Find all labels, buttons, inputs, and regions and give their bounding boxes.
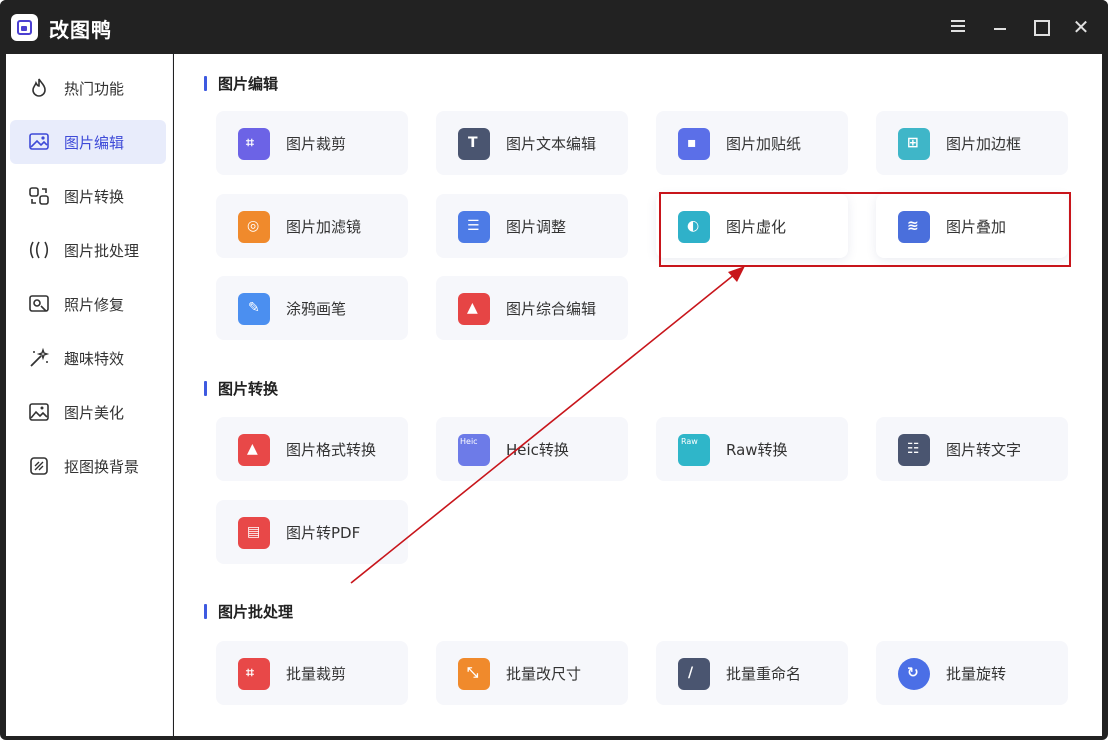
batch-resize-icon: ⤡ bbox=[458, 658, 490, 690]
app-title: 改图鸭 bbox=[49, 18, 112, 42]
tool-card-pdf[interactable]: ▤ 图片转PDF bbox=[216, 500, 408, 564]
tool-card-label: 涂鸦画笔 bbox=[286, 300, 347, 318]
batch-icon bbox=[29, 241, 49, 259]
sidebar-item-photo-repair[interactable]: 照片修复 bbox=[10, 282, 166, 326]
sidebar-item-label: 抠图换背景 bbox=[64, 458, 140, 476]
tool-card-label: 图片加贴纸 bbox=[726, 135, 802, 153]
tool-card-label: 图片文本编辑 bbox=[506, 135, 597, 153]
pdf-icon: ▤ bbox=[238, 517, 270, 549]
sidebar-item-label: 热门功能 bbox=[64, 80, 125, 98]
menu-icon[interactable] bbox=[948, 17, 968, 37]
blur-icon: ◐ bbox=[678, 211, 710, 243]
sticker-icon: ▪ bbox=[678, 128, 710, 160]
tool-card-adjust[interactable]: ☰ 图片调整 bbox=[436, 194, 628, 258]
tool-card-label: 图片裁剪 bbox=[286, 135, 347, 153]
sidebar-item-label: 照片修复 bbox=[64, 296, 125, 314]
composite-edit-icon: ▲ bbox=[458, 293, 490, 325]
tool-card-label: 图片调整 bbox=[506, 218, 567, 236]
tool-card-text-edit[interactable]: T 图片文本编辑 bbox=[436, 111, 628, 175]
sidebar-item-label: 图片编辑 bbox=[64, 134, 125, 152]
tool-card-label: 图片综合编辑 bbox=[506, 300, 597, 318]
tool-card-composite-edit[interactable]: ▲ 图片综合编辑 bbox=[436, 276, 628, 340]
image-to-text-icon: ☷ bbox=[898, 434, 930, 466]
sidebar-item-cutout[interactable]: 抠图换背景 bbox=[10, 444, 166, 488]
section-title-edit: 图片编辑 bbox=[204, 73, 278, 94]
batch-rotate-icon: ↻ bbox=[898, 658, 930, 690]
sidebar: 热门功能 图片编辑 图片转换 图片批处理 照片修复 趣味特效 图片美化 抠图换背… bbox=[6, 54, 173, 736]
tool-card-label: 图片转PDF bbox=[286, 524, 361, 542]
flame-icon bbox=[32, 78, 46, 97]
tool-card-heic[interactable]: Heic Heic转换 bbox=[436, 417, 628, 481]
batch-rename-icon: / bbox=[678, 658, 710, 690]
sidebar-item-hot[interactable]: 热门功能 bbox=[10, 66, 166, 110]
filter-icon: ◎ bbox=[238, 211, 270, 243]
batch-crop-icon: ⌗ bbox=[238, 658, 270, 690]
convert-icon bbox=[29, 187, 49, 205]
tool-card-format-convert[interactable]: ▲ 图片格式转换 bbox=[216, 417, 408, 481]
image-edit-icon bbox=[29, 133, 49, 150]
tool-card-overlay[interactable]: ≋ 图片叠加 bbox=[876, 194, 1068, 258]
tool-card-label: 批量重命名 bbox=[726, 665, 802, 683]
title-bar: 改图鸭 ✕ bbox=[0, 0, 1108, 54]
sidebar-item-batch[interactable]: 图片批处理 bbox=[10, 228, 166, 272]
tool-card-image-to-text[interactable]: ☷ 图片转文字 bbox=[876, 417, 1068, 481]
sidebar-item-image-edit[interactable]: 图片编辑 bbox=[10, 120, 166, 164]
tool-card-label: Raw转换 bbox=[726, 441, 788, 459]
section-title-convert: 图片转换 bbox=[204, 378, 278, 399]
tool-card-label: 图片格式转换 bbox=[286, 441, 377, 459]
tool-card-brush[interactable]: ✎ 涂鸦画笔 bbox=[216, 276, 408, 340]
raw-icon: Raw bbox=[678, 434, 710, 466]
tool-card-blur[interactable]: ◐ 图片虚化 bbox=[656, 194, 848, 258]
tool-card-batch-rename[interactable]: / 批量重命名 bbox=[656, 641, 848, 705]
tool-card-batch-rotate[interactable]: ↻ 批量旋转 bbox=[876, 641, 1068, 705]
tool-card-label: 批量旋转 bbox=[946, 665, 1007, 683]
tool-card-label: Heic转换 bbox=[506, 441, 569, 459]
tool-card-label: 批量改尺寸 bbox=[506, 665, 582, 683]
tool-card-filter[interactable]: ◎ 图片加滤镜 bbox=[216, 194, 408, 258]
tool-card-frame[interactable]: ⊞ 图片加边框 bbox=[876, 111, 1068, 175]
text-edit-icon: T bbox=[458, 128, 490, 160]
overlay-icon: ≋ bbox=[898, 211, 930, 243]
sidebar-item-beautify[interactable]: 图片美化 bbox=[10, 390, 166, 434]
sidebar-item-convert[interactable]: 图片转换 bbox=[10, 174, 166, 218]
tool-card-batch-resize[interactable]: ⤡ 批量改尺寸 bbox=[436, 641, 628, 705]
tool-card-crop[interactable]: ⌗ 图片裁剪 bbox=[216, 111, 408, 175]
tool-card-label: 图片加滤镜 bbox=[286, 218, 362, 236]
beautify-icon bbox=[29, 403, 49, 421]
adjust-icon: ☰ bbox=[458, 211, 490, 243]
sidebar-item-label: 图片批处理 bbox=[64, 242, 140, 260]
section-title-batch: 图片批处理 bbox=[204, 601, 293, 622]
tool-card-sticker[interactable]: ▪ 图片加贴纸 bbox=[656, 111, 848, 175]
frame-icon: ⊞ bbox=[898, 128, 930, 160]
crop-icon: ⌗ bbox=[238, 128, 270, 160]
photo-repair-icon bbox=[29, 295, 49, 312]
tool-card-raw[interactable]: Raw Raw转换 bbox=[656, 417, 848, 481]
maximize-icon[interactable] bbox=[1030, 17, 1050, 37]
app-logo-icon bbox=[11, 14, 38, 41]
app-window: 改图鸭 ✕ 热门功能 图片编辑 图片转换 图片批处理 照片修复 趣味特效 图片美… bbox=[0, 0, 1108, 740]
tool-card-batch-crop[interactable]: ⌗ 批量裁剪 bbox=[216, 641, 408, 705]
tool-card-label: 图片转文字 bbox=[946, 441, 1022, 459]
minimize-icon[interactable] bbox=[990, 17, 1010, 37]
format-convert-icon: ▲ bbox=[238, 434, 270, 466]
tool-card-label: 图片虚化 bbox=[726, 218, 787, 236]
heic-icon: Heic bbox=[458, 434, 490, 466]
main-content: 图片编辑 ⌗ 图片裁剪 T 图片文本编辑 ▪ 图片加贴纸 ⊞ 图片加边框 ◎ 图… bbox=[174, 54, 1102, 736]
magic-wand-icon bbox=[30, 347, 50, 367]
sidebar-item-label: 趣味特效 bbox=[64, 350, 125, 368]
sidebar-item-fun-effects[interactable]: 趣味特效 bbox=[10, 336, 166, 380]
tool-card-label: 图片叠加 bbox=[946, 218, 1007, 236]
close-icon[interactable]: ✕ bbox=[1071, 17, 1091, 37]
tool-card-label: 图片加边框 bbox=[946, 135, 1022, 153]
sidebar-item-label: 图片转换 bbox=[64, 188, 125, 206]
cutout-icon bbox=[30, 457, 48, 475]
sidebar-item-label: 图片美化 bbox=[64, 404, 125, 422]
brush-icon: ✎ bbox=[238, 293, 270, 325]
tool-card-label: 批量裁剪 bbox=[286, 665, 347, 683]
